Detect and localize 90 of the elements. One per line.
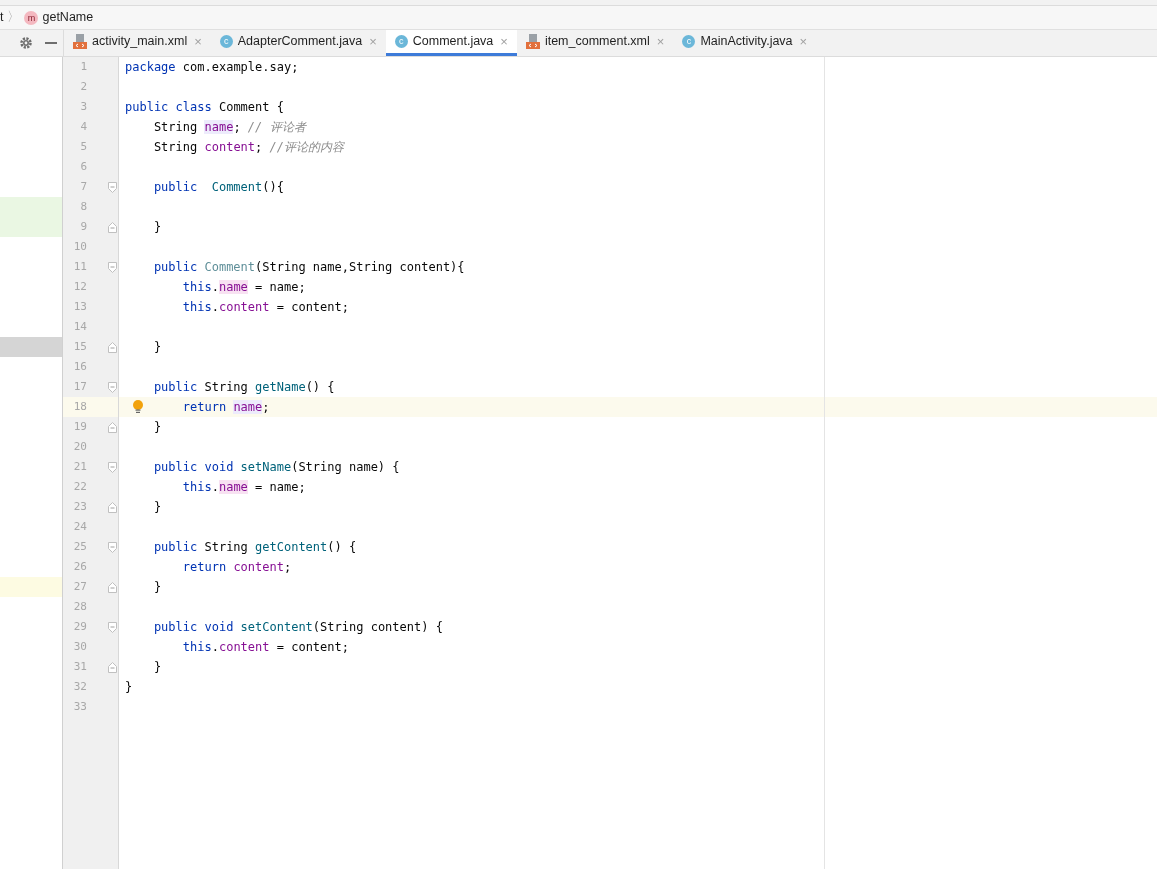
line-number: 4: [79, 118, 87, 135]
code-line: }: [152, 579, 162, 596]
fold-icon[interactable]: [108, 221, 117, 233]
editor-tab[interactable]: activity_main.xml ×: [64, 30, 211, 56]
code-line: return name;: [181, 399, 270, 416]
line-number: 20: [72, 438, 87, 455]
line-number: 7: [79, 178, 87, 195]
xml-file-icon: [73, 34, 87, 49]
line-number: 2: [79, 78, 87, 95]
code-line: public Comment(String name,String content){: [152, 259, 465, 276]
fold-icon[interactable]: [108, 261, 117, 273]
method-icon: m: [24, 10, 39, 25]
line-number: 3: [79, 98, 87, 115]
breadcrumb-item[interactable]: t: [0, 8, 4, 27]
line-number: 12: [72, 278, 87, 295]
xml-file-icon: [525, 34, 540, 49]
code-line: public void setName(String name) {: [152, 459, 400, 476]
minimize-icon[interactable]: [45, 42, 57, 44]
line-number: 28: [72, 598, 87, 615]
class-icon: c: [219, 35, 233, 48]
line-number: 33: [72, 698, 87, 715]
code-line: public String getName() {: [152, 379, 335, 396]
line-number: 22: [72, 478, 87, 495]
line-number: 10: [72, 238, 87, 255]
tab-label: activity_main.xml: [92, 33, 188, 51]
breadcrumb-separator: 〉: [7, 9, 21, 27]
line-number: 26: [72, 558, 87, 575]
code-line: this.name = name;: [181, 479, 306, 496]
line-number: 5: [79, 138, 87, 155]
code-line: }: [152, 339, 162, 356]
line-number: 17: [72, 378, 87, 395]
tab-label: AdapterComment.java: [237, 33, 363, 51]
line-number: 9: [79, 218, 87, 235]
line-number: 6: [79, 158, 87, 175]
code-line: }: [152, 499, 162, 516]
line-number: 29: [72, 618, 87, 635]
code-line: }: [152, 219, 162, 236]
line-number: 27: [72, 578, 87, 595]
line-number: 25: [72, 538, 87, 555]
line-number: 31: [72, 658, 87, 675]
breadcrumb-item[interactable]: getName: [42, 8, 94, 27]
line-number: 13: [72, 298, 87, 315]
code-line: }: [152, 659, 162, 676]
line-number: 1: [79, 58, 87, 75]
fold-icon[interactable]: [108, 461, 117, 473]
editor-tab[interactable]: c AdapterComment.java ×: [210, 30, 386, 56]
line-number: 11: [72, 258, 87, 275]
fold-icon[interactable]: [108, 381, 117, 393]
editor-tab[interactable]: c Comment.java ×: [385, 30, 517, 56]
line-number: 30: [72, 638, 87, 655]
code-line: public Comment(){: [152, 179, 284, 196]
fold-icon[interactable]: [108, 541, 117, 553]
editor-tab[interactable]: item_comment.xml ×: [516, 30, 674, 56]
code-line: }: [125, 679, 133, 696]
line-number: 14: [72, 318, 87, 335]
line-number: 16: [72, 358, 87, 375]
code-line: this.name = name;: [181, 279, 306, 296]
class-icon: c: [682, 35, 696, 48]
fold-icon[interactable]: [108, 341, 117, 353]
editor-tab[interactable]: c MainActivity.java ×: [673, 30, 817, 56]
fold-icon[interactable]: [108, 661, 117, 673]
tab-label: MainActivity.java: [700, 33, 793, 51]
fold-icon[interactable]: [108, 421, 117, 433]
code-line: String name; // 评论者: [152, 119, 306, 136]
lightbulb-icon[interactable]: [132, 400, 144, 414]
line-number: 19: [72, 418, 87, 435]
tab-label: item_comment.xml: [544, 33, 650, 51]
fold-icon[interactable]: [108, 621, 117, 633]
code-line: }: [152, 419, 162, 436]
code-line: package com.example.say;: [125, 59, 299, 76]
code-line: this.content = content;: [181, 299, 349, 316]
code-line: return content;: [181, 559, 292, 576]
tab-label: Comment.java: [412, 33, 494, 51]
line-number: 24: [72, 518, 87, 535]
settings-icon[interactable]: [19, 36, 33, 50]
line-number: 32: [72, 678, 87, 695]
fold-icon[interactable]: [108, 501, 117, 513]
line-number: 21: [72, 458, 87, 475]
code-line: public class Comment {: [125, 99, 284, 116]
line-number: 15: [72, 338, 87, 355]
class-icon: c: [394, 35, 408, 48]
fold-icon[interactable]: [108, 181, 117, 193]
code-line: public void setContent(String content) {: [152, 619, 443, 636]
code-line: String content; //评论的内容: [152, 139, 344, 156]
code-line: this.content = content;: [181, 639, 349, 656]
line-number: 8: [79, 198, 87, 215]
line-number: 18: [72, 398, 87, 415]
fold-icon[interactable]: [108, 581, 117, 593]
code-line: public String getContent() {: [152, 539, 357, 556]
line-number: 23: [72, 498, 87, 515]
